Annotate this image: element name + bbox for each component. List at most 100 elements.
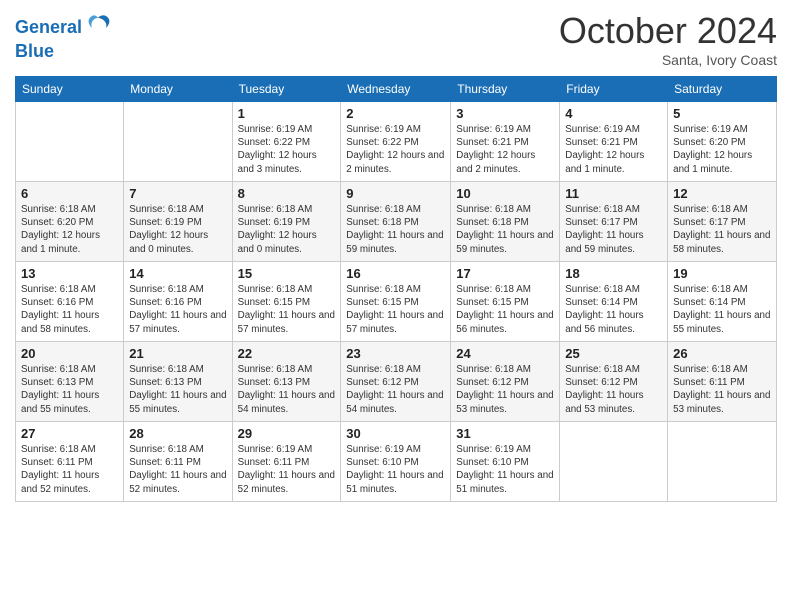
- col-saturday: Saturday: [668, 77, 777, 102]
- day-cell: 22 Sunrise: 6:18 AM Sunset: 6:13 PM Dayli…: [232, 342, 341, 422]
- day-info: Sunrise: 6:18 AM Sunset: 6:13 PM Dayligh…: [238, 363, 336, 416]
- day-info: Sunrise: 6:18 AM Sunset: 6:12 PM Dayligh…: [346, 363, 445, 416]
- day-cell: 13 Sunrise: 6:18 AM Sunset: 6:16 PM Dayli…: [16, 262, 124, 342]
- day-info: Sunrise: 6:18 AM Sunset: 6:13 PM Dayligh…: [129, 363, 226, 416]
- day-cell: 5 Sunrise: 6:19 AM Sunset: 6:20 PM Daylig…: [668, 102, 777, 182]
- day-cell: 20 Sunrise: 6:18 AM Sunset: 6:13 PM Dayli…: [16, 342, 124, 422]
- day-cell: 10Sunrise: 6:18 AM Sunset: 6:18 PM Dayli…: [451, 182, 560, 262]
- day-info: Sunrise: 6:18 AM Sunset: 6:11 PM Dayligh…: [129, 443, 226, 496]
- day-number: 8: [238, 186, 336, 201]
- day-info: Sunrise: 6:18 AM Sunset: 6:19 PM Dayligh…: [238, 203, 336, 256]
- day-info: Sunrise: 6:18 AM Sunset: 6:12 PM Dayligh…: [456, 363, 554, 416]
- day-info: Sunrise: 6:18 AM Sunset: 6:19 PM Dayligh…: [129, 203, 226, 256]
- col-friday: Friday: [560, 77, 668, 102]
- day-number: 15: [238, 266, 336, 281]
- day-cell: 3 Sunrise: 6:19 AM Sunset: 6:21 PM Daylig…: [451, 102, 560, 182]
- day-info: Sunrise: 6:18 AM Sunset: 6:15 PM Dayligh…: [456, 283, 554, 336]
- page: General Blue October 2024 Santa, Ivory C…: [0, 0, 792, 612]
- col-wednesday: Wednesday: [341, 77, 451, 102]
- day-cell: 9 Sunrise: 6:18 AM Sunset: 6:18 PM Daylig…: [341, 182, 451, 262]
- day-number: 23: [346, 346, 445, 361]
- col-tuesday: Tuesday: [232, 77, 341, 102]
- day-cell: 11 Sunrise: 6:18 AM Sunset: 6:17 PM Dayli…: [560, 182, 668, 262]
- day-info: Sunrise: 6:18 AM Sunset: 6:15 PM Dayligh…: [238, 283, 336, 336]
- day-number: 18: [565, 266, 662, 281]
- day-cell: 14 Sunrise: 6:18 AM Sunset: 6:16 PM Dayli…: [124, 262, 232, 342]
- day-info: Sunrise: 6:19 AM Sunset: 6:21 PM Dayligh…: [565, 123, 662, 176]
- day-info: Sunrise: 6:18 AM Sunset: 6:16 PM Dayligh…: [129, 283, 226, 336]
- day-number: 13: [21, 266, 118, 281]
- day-cell: 16 Sunrise: 6:18 AM Sunset: 6:15 PM Dayli…: [341, 262, 451, 342]
- day-number: 28: [129, 426, 226, 441]
- day-number: 22: [238, 346, 336, 361]
- day-cell: 24 Sunrise: 6:18 AM Sunset: 6:12 PM Dayli…: [451, 342, 560, 422]
- day-number: 12: [673, 186, 771, 201]
- day-number: 10: [456, 186, 554, 201]
- day-cell: 28 Sunrise: 6:18 AM Sunset: 6:11 PM Dayli…: [124, 422, 232, 502]
- day-info: Sunrise: 6:18 AM Sunset: 6:18 PM Dayligh…: [346, 203, 445, 256]
- day-info: Sunrise: 6:18 AM Sunset: 6:15 PM Dayligh…: [346, 283, 445, 336]
- day-cell: 17 Sunrise: 6:18 AM Sunset: 6:15 PM Dayli…: [451, 262, 560, 342]
- day-number: 17: [456, 266, 554, 281]
- day-info: Sunrise: 6:18 AM Sunset: 6:17 PM Dayligh…: [673, 203, 771, 256]
- day-number: 7: [129, 186, 226, 201]
- day-cell: 2 Sunrise: 6:19 AM Sunset: 6:22 PM Daylig…: [341, 102, 451, 182]
- header: General Blue October 2024 Santa, Ivory C…: [15, 10, 777, 68]
- day-number: 16: [346, 266, 445, 281]
- day-info: Sunrise: 6:18 AM Sunset: 6:14 PM Dayligh…: [565, 283, 662, 336]
- day-number: 9: [346, 186, 445, 201]
- day-number: 25: [565, 346, 662, 361]
- day-cell: 21 Sunrise: 6:18 AM Sunset: 6:13 PM Dayli…: [124, 342, 232, 422]
- day-number: 27: [21, 426, 118, 441]
- day-cell: 23 Sunrise: 6:18 AM Sunset: 6:12 PM Dayli…: [341, 342, 451, 422]
- day-number: 4: [565, 106, 662, 121]
- day-cell: 19Sunrise: 6:18 AM Sunset: 6:14 PM Dayli…: [668, 262, 777, 342]
- day-number: 24: [456, 346, 554, 361]
- week-row-1: 1 Sunrise: 6:19 AM Sunset: 6:22 PM Daylig…: [16, 102, 777, 182]
- day-cell: 8 Sunrise: 6:18 AM Sunset: 6:19 PM Daylig…: [232, 182, 341, 262]
- month-title: October 2024: [559, 10, 777, 52]
- header-row: Sunday Monday Tuesday Wednesday Thursday…: [16, 77, 777, 102]
- day-cell: 1Sunrise: 6:19 AM Sunset: 6:22 PM Daylig…: [232, 102, 341, 182]
- day-number: 21: [129, 346, 226, 361]
- day-info: Sunrise: 6:19 AM Sunset: 6:22 PM Dayligh…: [346, 123, 445, 176]
- day-cell: 30Sunrise: 6:19 AM Sunset: 6:10 PM Dayli…: [341, 422, 451, 502]
- day-number: 2: [346, 106, 445, 121]
- day-cell: 26Sunrise: 6:18 AM Sunset: 6:11 PM Dayli…: [668, 342, 777, 422]
- day-cell: [560, 422, 668, 502]
- day-number: 11: [565, 186, 662, 201]
- col-sunday: Sunday: [16, 77, 124, 102]
- location-subtitle: Santa, Ivory Coast: [559, 52, 777, 68]
- day-number: 3: [456, 106, 554, 121]
- day-number: 6: [21, 186, 118, 201]
- day-info: Sunrise: 6:18 AM Sunset: 6:16 PM Dayligh…: [21, 283, 118, 336]
- day-number: 1: [238, 106, 336, 121]
- logo-icon: [84, 14, 112, 42]
- day-cell: [16, 102, 124, 182]
- day-cell: 15 Sunrise: 6:18 AM Sunset: 6:15 PM Dayli…: [232, 262, 341, 342]
- calendar-table: Sunday Monday Tuesday Wednesday Thursday…: [15, 76, 777, 502]
- title-block: October 2024 Santa, Ivory Coast: [559, 10, 777, 68]
- day-cell: 7 Sunrise: 6:18 AM Sunset: 6:19 PM Daylig…: [124, 182, 232, 262]
- week-row-4: 20 Sunrise: 6:18 AM Sunset: 6:13 PM Dayli…: [16, 342, 777, 422]
- day-number: 20: [21, 346, 118, 361]
- day-number: 19: [673, 266, 771, 281]
- day-cell: 25 Sunrise: 6:18 AM Sunset: 6:12 PM Dayli…: [560, 342, 668, 422]
- day-info: Sunrise: 6:18 AM Sunset: 6:17 PM Dayligh…: [565, 203, 662, 256]
- week-row-5: 27 Sunrise: 6:18 AM Sunset: 6:11 PM Dayli…: [16, 422, 777, 502]
- calendar-body: 1 Sunrise: 6:19 AM Sunset: 6:22 PM Daylig…: [16, 102, 777, 502]
- logo-text: General: [15, 18, 82, 38]
- day-number: 5: [673, 106, 771, 121]
- day-info: Sunrise: 6:18 AM Sunset: 6:12 PM Dayligh…: [565, 363, 662, 416]
- day-info: Sunrise: 6:18 AM Sunset: 6:20 PM Dayligh…: [21, 203, 118, 256]
- day-info: Sunrise: 6:19 AM Sunset: 6:21 PM Dayligh…: [456, 123, 554, 176]
- logo-line2: Blue: [15, 42, 112, 62]
- day-info: Sunrise: 6:19 AM Sunset: 6:20 PM Dayligh…: [673, 123, 771, 176]
- day-cell: 6 Sunrise: 6:18 AM Sunset: 6:20 PM Daylig…: [16, 182, 124, 262]
- calendar-header: Sunday Monday Tuesday Wednesday Thursday…: [16, 77, 777, 102]
- day-number: 14: [129, 266, 226, 281]
- day-cell: [668, 422, 777, 502]
- col-thursday: Thursday: [451, 77, 560, 102]
- day-info: Sunrise: 6:19 AM Sunset: 6:10 PM Dayligh…: [456, 443, 554, 496]
- day-info: Sunrise: 6:18 AM Sunset: 6:13 PM Dayligh…: [21, 363, 118, 416]
